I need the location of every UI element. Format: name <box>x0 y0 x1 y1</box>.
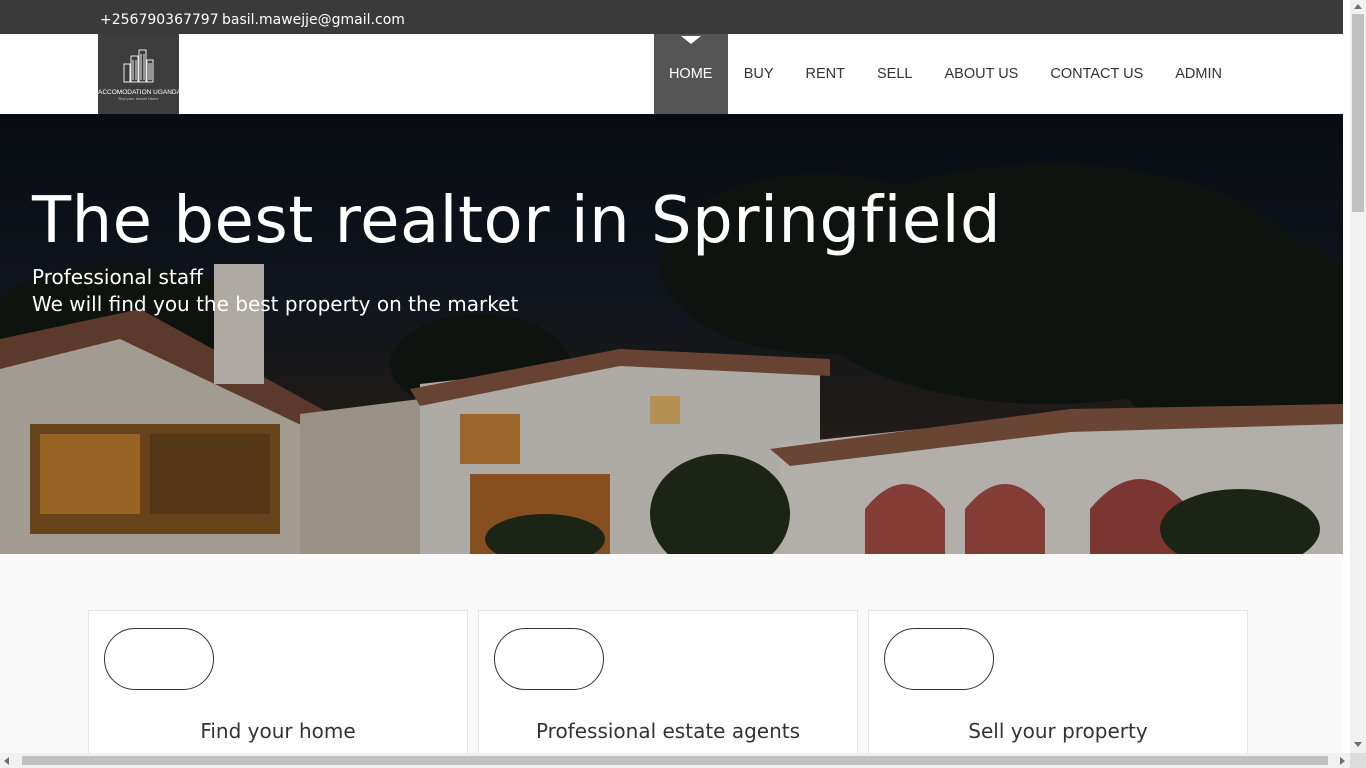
feature-card-find-home: Find your home <box>88 610 468 753</box>
feature-title: Professional estate agents <box>535 719 801 743</box>
page-gutter <box>1343 0 1350 753</box>
vertical-scroll-thumb[interactable] <box>1352 14 1364 212</box>
feature-card-agents: Professional estate agents <box>478 610 858 753</box>
vertical-scrollbar[interactable] <box>1350 0 1366 753</box>
contact-bar: +256790367797 basil.mawejje@gmail.com <box>0 0 1343 34</box>
horizontal-scroll-thumb[interactable] <box>22 756 1328 765</box>
nav-label: CONTACT US <box>1050 66 1144 82</box>
nav-label: SELL <box>877 66 913 82</box>
nav-item-about-us[interactable]: ABOUT US <box>928 34 1034 114</box>
hero-subtitle-line-2: We will find you the best property on th… <box>32 292 519 316</box>
nav-item-sell[interactable]: SELL <box>861 34 928 114</box>
feature-icon-placeholder <box>884 628 994 690</box>
nav-label: ADMIN <box>1175 66 1222 82</box>
nav-item-rent[interactable]: RENT <box>790 34 861 114</box>
scroll-down-icon[interactable] <box>1354 742 1362 747</box>
scrollbar-corner <box>1350 753 1366 768</box>
buildings-icon <box>123 49 154 83</box>
main-nav: HOME BUY RENT SELL ABOUT US CONTACT US A… <box>653 34 1343 114</box>
hero-subtitle-line-1: Professional staff <box>32 265 203 289</box>
scroll-left-icon[interactable] <box>4 757 9 765</box>
nav-label: ABOUT US <box>944 66 1019 82</box>
logo-name: ACCOMODATION UGANDA <box>98 89 181 96</box>
site-header: ACCOMODATION UGANDA Find your dream Home… <box>0 34 1343 114</box>
nav-label: HOME <box>668 66 713 82</box>
scroll-right-icon[interactable] <box>1340 757 1345 765</box>
nav-item-contact-us[interactable]: CONTACT US <box>1034 34 1159 114</box>
feature-title: Sell your property <box>968 719 1148 743</box>
logo-tagline: Find your dream Home <box>118 97 159 101</box>
nav-item-admin[interactable]: ADMIN <box>1159 34 1343 114</box>
phone-number[interactable]: +256790367797 <box>100 12 219 28</box>
hero-title: The best realtor in Springfield <box>32 184 1002 258</box>
horizontal-scrollbar[interactable] <box>0 753 1350 768</box>
email-address[interactable]: basil.mawejje@gmail.com <box>222 12 405 28</box>
hero-house-image <box>0 114 1343 554</box>
page: +256790367797 basil.mawejje@gmail.com AC… <box>0 0 1343 753</box>
feature-card-sell: Sell your property <box>868 610 1248 753</box>
active-caret-icon <box>680 36 701 44</box>
nav-item-buy[interactable]: BUY <box>728 34 790 114</box>
site-logo[interactable]: ACCOMODATION UGANDA Find your dream Home <box>98 34 181 114</box>
feature-icon-placeholder <box>494 628 604 690</box>
nav-label: BUY <box>743 66 774 82</box>
feature-title: Find your home <box>200 719 356 743</box>
nav-label: RENT <box>805 66 845 82</box>
scroll-up-icon[interactable] <box>1354 4 1362 9</box>
feature-icon-placeholder <box>104 628 214 690</box>
nav-item-home[interactable]: HOME <box>653 34 728 114</box>
hero-banner: The best realtor in Springfield Professi… <box>0 114 1343 554</box>
